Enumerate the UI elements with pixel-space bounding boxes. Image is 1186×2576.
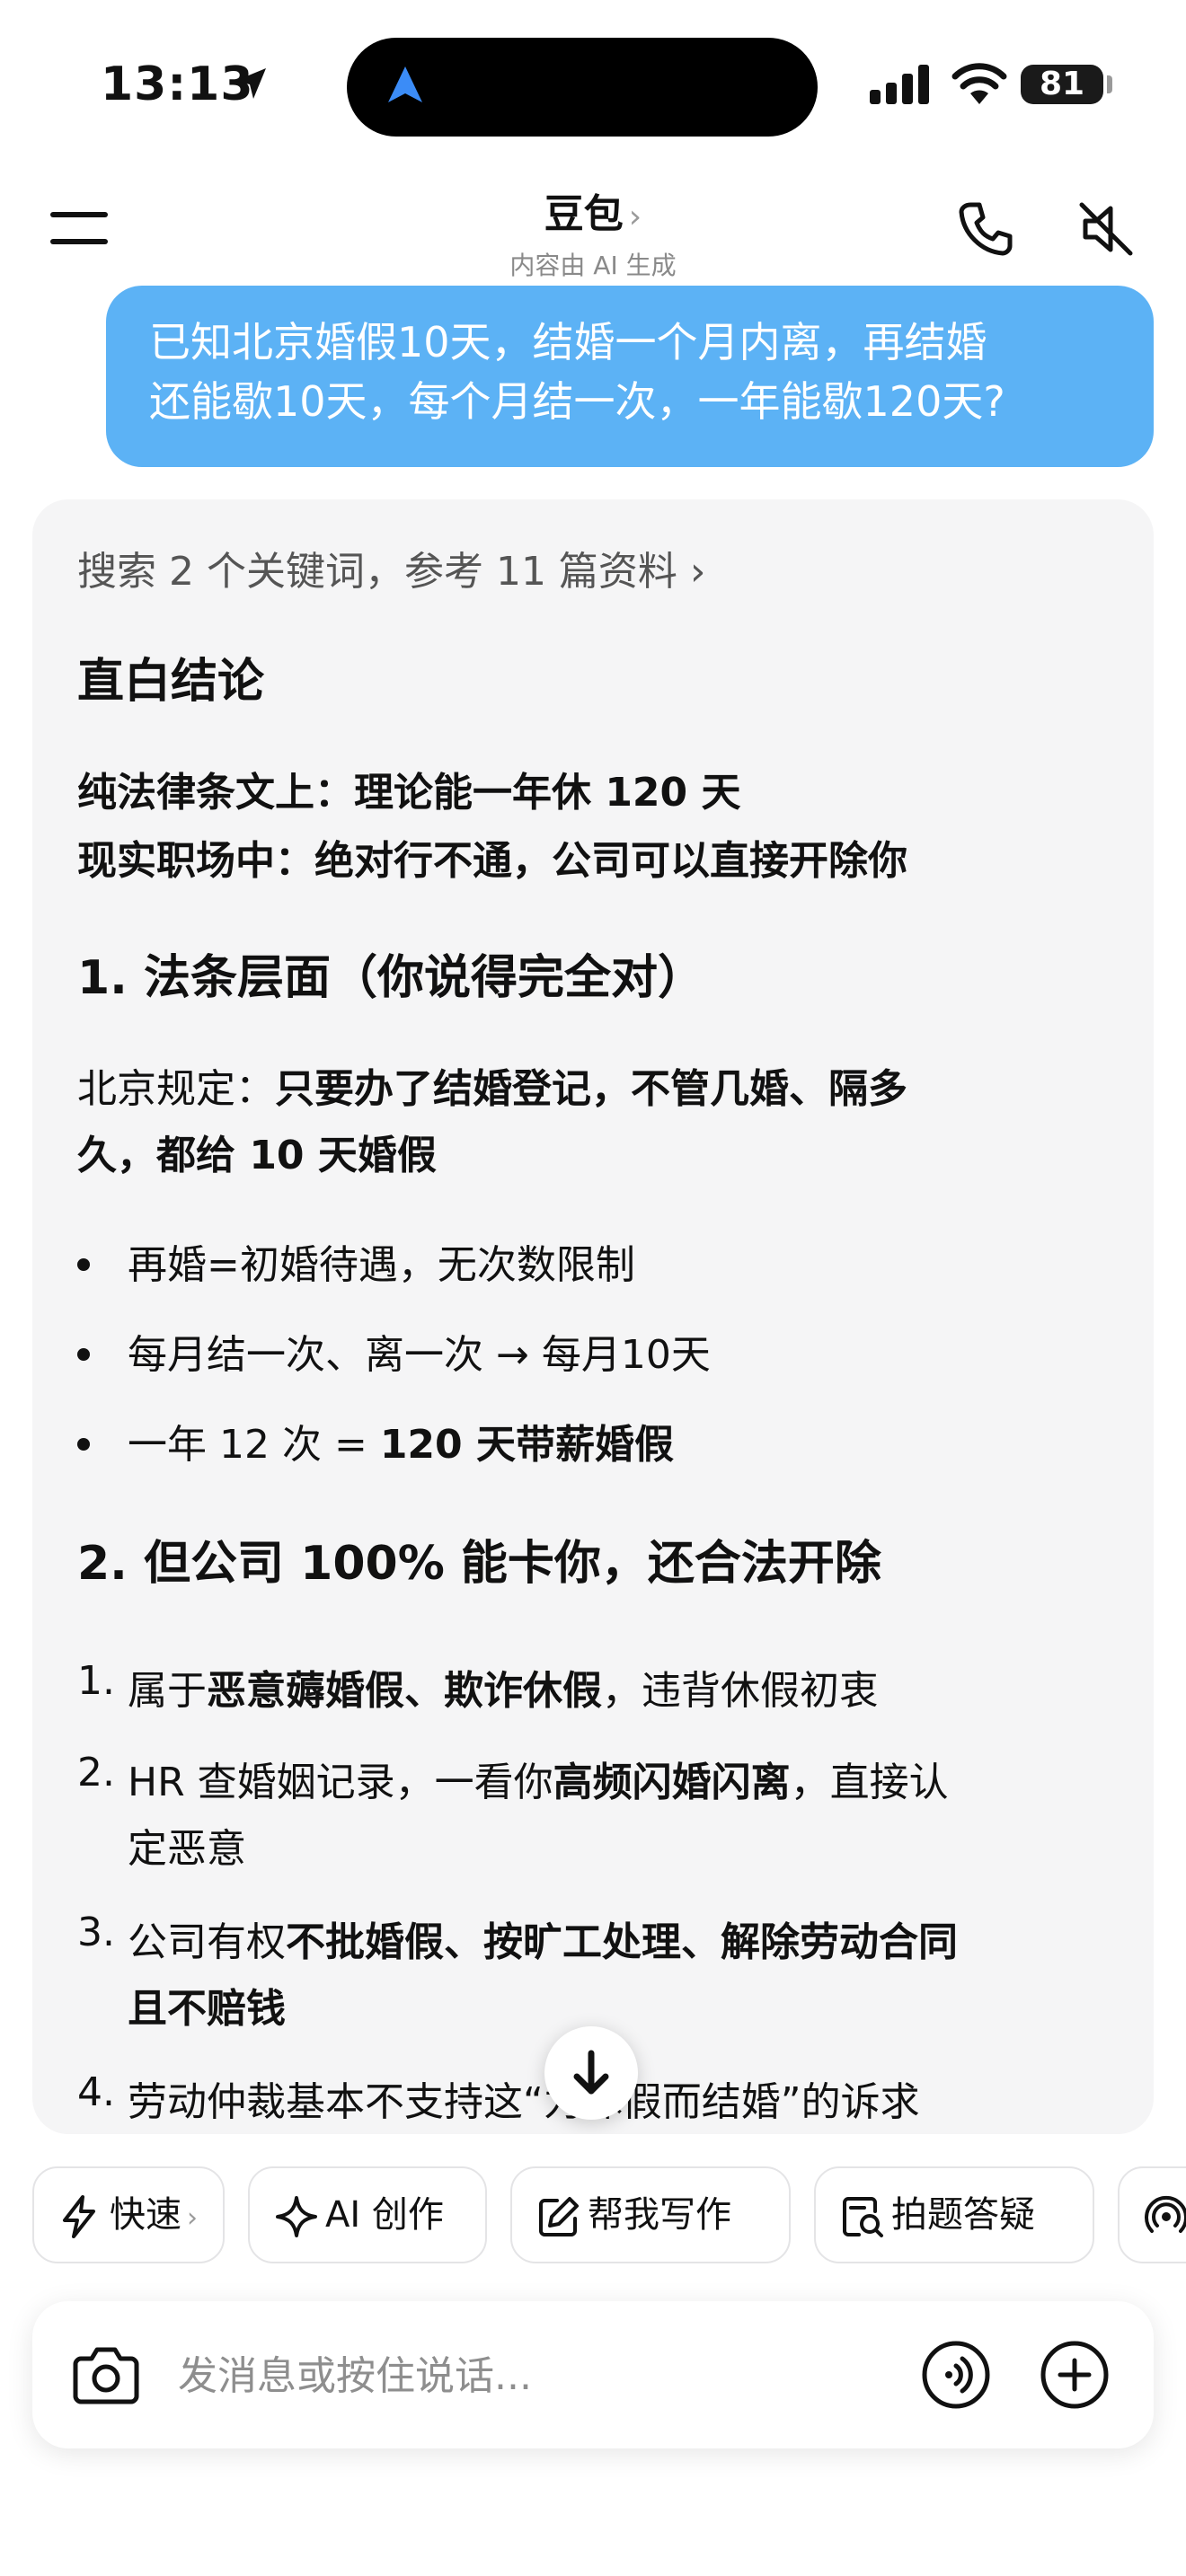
conclusion-line: 现实职场中：绝对行不通，公司可以直接开除你 (77, 838, 907, 884)
status-time: 13:13 (101, 57, 254, 111)
edit-icon (539, 2197, 579, 2236)
camera-icon[interactable] (72, 2342, 140, 2407)
paragraph-line: 北京规定：只要办了结婚登记，不管几婚、隔多 (77, 1066, 907, 1112)
bullet-dot (77, 1438, 90, 1451)
numbered-item-continued: 定恶意 (128, 1826, 246, 1872)
lightning-icon (63, 2195, 95, 2238)
chat-header: 豆包 › 内容由 AI 生成 (0, 171, 1186, 287)
arrow-down-icon (573, 2050, 609, 2095)
plus-icon[interactable] (1039, 2339, 1111, 2411)
chat-subtitle: 内容由 AI 生成 (509, 251, 677, 280)
bullet-item: 再婚=初婚待遇，无次数限制 (128, 1242, 635, 1288)
section-heading: 1. 法条层面（你说得完全对） (77, 951, 705, 1005)
doc-search-icon (843, 2197, 883, 2237)
phone-call-icon[interactable] (954, 198, 1017, 260)
scroll-to-bottom-button[interactable] (544, 2026, 638, 2120)
paragraph-line: 久，都给 10 天婚假 (77, 1133, 437, 1178)
message-input-bar (32, 2301, 1154, 2448)
battery-indicator: 81 (1021, 65, 1103, 104)
wifi-icon (951, 63, 1007, 104)
chip-help-write[interactable]: 帮我写作 (510, 2166, 791, 2263)
battery-tip (1107, 75, 1112, 93)
quick-action-chips: 快速› AI 创作 帮我写作 拍题答疑 AI (32, 2166, 1186, 2267)
answer-heading: 直白结论 (77, 655, 265, 709)
user-message-line: 已知北京婚假10天，结婚一个月内离，再结婚 (149, 318, 987, 366)
voice-call-icon[interactable] (920, 2339, 992, 2411)
dynamic-island (347, 38, 818, 137)
broadcast-icon (1145, 2195, 1186, 2233)
chip-more[interactable]: AI (1118, 2166, 1186, 2263)
location-arrow-icon (235, 68, 266, 99)
chip-photo-question[interactable]: 拍题答疑 (814, 2166, 1094, 2263)
bullet-dot (77, 1348, 90, 1361)
search-reference-link[interactable]: 搜索 2 个关键词，参考 11 篇资料 › (77, 539, 706, 596)
numbered-item: 属于恶意薅婚假、欺诈休假，违背休假初衷 (128, 1668, 879, 1714)
numbered-item-continued: 且不赔钱 (128, 1986, 286, 2032)
ai-answer-card: 搜索 2 个关键词，参考 11 篇资料 › 直白结论 纯法律条文上：理论能一年休… (32, 499, 1154, 2134)
chip-fast-mode[interactable]: 快速 › (32, 2166, 225, 2263)
bullet-item: 一年 12 次 = 120 天带薪婚假 (128, 1422, 674, 1468)
title-chevron-icon: › (628, 198, 642, 235)
bullet-dot (77, 1258, 90, 1271)
numbered-item-number: 4. (77, 2069, 115, 2115)
user-message-bubble[interactable]: 已知北京婚假10天，结婚一个月内离，再结婚 还能歇10天，每个月结一次，一年能歇… (106, 286, 1154, 467)
numbered-item-number: 1. (77, 1658, 115, 1704)
numbered-item-number: 3. (77, 1910, 115, 1955)
cellular-signal-icon (870, 65, 929, 104)
chat-title-area[interactable]: 豆包 › 内容由 AI 生成 (413, 181, 773, 282)
numbered-item: 公司有权不批婚假、按旷工处理、解除劳动合同 (128, 1919, 958, 1965)
conclusion-line: 纯法律条文上：理论能一年休 120 天 (77, 770, 741, 816)
chat-title: 豆包 (544, 191, 624, 237)
section-heading: 2. 但公司 100% 能卡你，还合法开除 (77, 1537, 881, 1591)
navigation-app-icon (388, 66, 422, 102)
bullet-item: 每月结一次、离一次 → 每月10天 (128, 1332, 711, 1378)
message-input[interactable] (176, 2337, 898, 2414)
status-bar: 13:13 81 (0, 0, 1186, 171)
menu-icon[interactable] (50, 205, 108, 250)
sparkle-icon (276, 2196, 317, 2237)
speaker-muted-icon[interactable] (1076, 198, 1136, 260)
chip-ai-create[interactable]: AI 创作 (248, 2166, 487, 2263)
numbered-item: 劳动仲裁基本不支持这“为休假而结婚”的诉求 (128, 2079, 920, 2125)
user-message-line: 还能歇10天，每个月结一次，一年能歇120天? (149, 377, 1005, 426)
numbered-item: HR 查婚姻记录，一看你高频闪婚闪离，直接认 (128, 1760, 949, 1805)
numbered-item-number: 2. (77, 1750, 115, 1795)
